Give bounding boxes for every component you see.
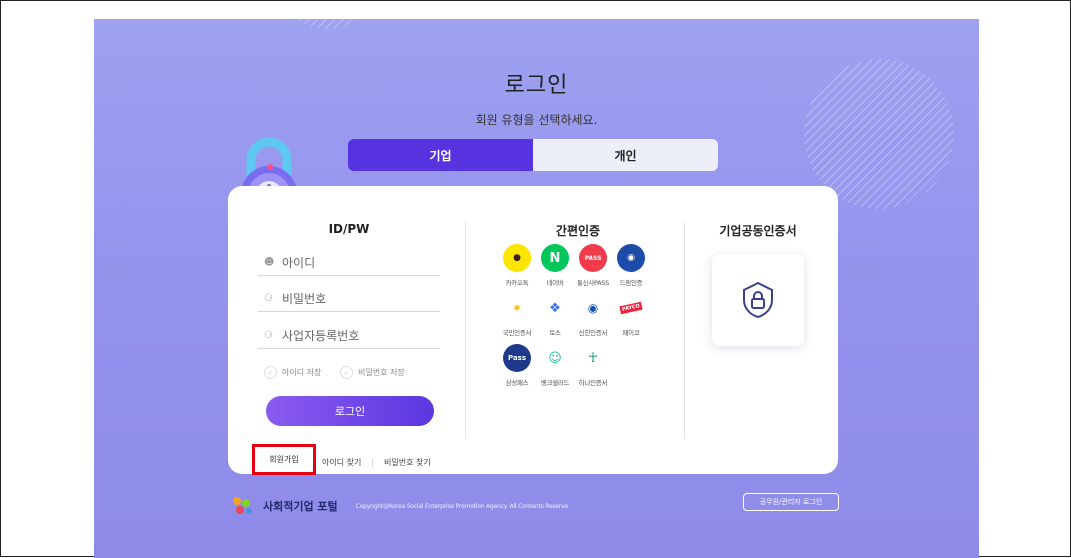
footer-logo: 사회적기업 포털 Copyright@Korea Social Enterpri… bbox=[229, 495, 568, 517]
shield-lock-icon bbox=[743, 281, 773, 319]
find-id-link[interactable]: 아이디 찾기 bbox=[322, 457, 361, 468]
password-placeholder: 비밀번호 bbox=[282, 292, 327, 306]
auth-label: 뱅크샐러드 bbox=[540, 379, 570, 387]
decor-stripes bbox=[284, 19, 374, 29]
lock-icon: ⚆ bbox=[264, 292, 273, 304]
auth-banksalad[interactable]: ☺ 뱅크샐러드 bbox=[534, 344, 576, 387]
business-number-input[interactable]: ⚆ 사업자등록번호 bbox=[258, 323, 440, 349]
auth-label: 통신사PASS bbox=[576, 279, 610, 287]
save-id-label: 아이디 저장 bbox=[282, 368, 322, 377]
find-links: 아이디 찾기 | 비밀번호 찾기 bbox=[322, 457, 431, 468]
naver-icon: N bbox=[541, 244, 569, 272]
auth-label: 카카오톡 bbox=[505, 279, 529, 287]
auth-label: 토스 bbox=[549, 329, 561, 337]
auth-kb[interactable]: ✶ 국민인증서 bbox=[496, 294, 538, 337]
business-number-placeholder: 사업자등록번호 bbox=[282, 329, 360, 343]
idpw-title: ID/PW bbox=[328, 222, 370, 236]
auth-samsung-pass[interactable]: Pass 삼성패스 bbox=[496, 344, 538, 387]
corp-cert-button[interactable] bbox=[712, 254, 804, 346]
auth-toss[interactable]: ❖ 토스 bbox=[534, 294, 576, 337]
save-password-label: 비밀번호 저장 bbox=[358, 368, 405, 377]
tab-corporate[interactable]: 기업 bbox=[348, 139, 533, 171]
auth-label: 삼성패스 bbox=[505, 379, 529, 387]
auth-label: 네이버 bbox=[546, 279, 564, 287]
signup-label: 회원가입 bbox=[269, 455, 299, 464]
id-placeholder: 아이디 bbox=[282, 256, 316, 270]
auth-pass[interactable]: PASS 통신사PASS bbox=[572, 244, 614, 287]
auth-label: 드림인증 bbox=[619, 279, 643, 287]
tab-individual[interactable]: 개인 bbox=[533, 139, 718, 171]
signup-button[interactable]: 회원가입 bbox=[252, 444, 316, 475]
corp-cert-title: 기업공동인증서 bbox=[719, 224, 797, 238]
member-type-tabs: 기업 개인 bbox=[348, 139, 718, 171]
auth-label: 페이코 bbox=[622, 329, 640, 337]
auth-label: 하나인증서 bbox=[578, 379, 608, 387]
auth-payco[interactable]: PAYCO 페이코 bbox=[610, 294, 652, 337]
auth-hana[interactable]: ☥ 하나인증서 bbox=[572, 344, 614, 387]
link-separator: | bbox=[371, 458, 375, 467]
payco-icon: PAYCO bbox=[617, 294, 645, 322]
find-password-link[interactable]: 비밀번호 찾기 bbox=[384, 457, 431, 468]
page-subtitle: 회원 유형을 선택하세요. bbox=[475, 113, 598, 127]
payco-mark: PAYCO bbox=[619, 301, 643, 315]
column-divider bbox=[684, 222, 685, 439]
page-title: 로그인 bbox=[504, 73, 569, 98]
auth-shinhan[interactable]: ◉ 신한인증서 bbox=[572, 294, 614, 337]
auth-kakao[interactable]: ● 카카오톡 bbox=[496, 244, 538, 287]
auth-label: 국민인증서 bbox=[502, 329, 532, 337]
pass-icon: PASS bbox=[579, 244, 607, 272]
admin-login-button[interactable]: 공무원/관리자 로그인 bbox=[743, 493, 839, 511]
hana-icon: ☥ bbox=[579, 344, 607, 372]
login-button[interactable]: 로그인 bbox=[266, 396, 434, 426]
auth-naver[interactable]: N 네이버 bbox=[534, 244, 576, 287]
footer-logo-text: 사회적기업 포털 bbox=[263, 500, 338, 513]
check-icon: ✓ bbox=[264, 366, 277, 379]
password-input[interactable]: ⚆ 비밀번호 bbox=[258, 286, 440, 312]
page-frame: 로그인 회원 유형을 선택하세요. 기업 개인 ID/PW ☻ 아이디 ⚆ 비밀… bbox=[0, 0, 1071, 558]
kb-icon: ✶ bbox=[503, 294, 531, 322]
auth-label: 신한인증서 bbox=[578, 329, 608, 337]
check-icon: ✓ bbox=[340, 366, 353, 379]
social-enterprise-logo-icon bbox=[233, 497, 252, 514]
id-input[interactable]: ☻ 아이디 bbox=[258, 250, 440, 276]
shinhan-icon: ◉ bbox=[579, 294, 607, 322]
simple-auth-title: 간편인증 bbox=[555, 224, 601, 238]
kakao-icon: ● bbox=[503, 244, 531, 272]
lock-icon: ⚆ bbox=[264, 329, 273, 341]
save-id-checkbox[interactable]: ✓ 아이디 저장 bbox=[264, 366, 321, 379]
login-card: ID/PW ☻ 아이디 ⚆ 비밀번호 ⚆ 사업자등록번호 ✓ 아이디 저장 ✓ … bbox=[228, 186, 838, 475]
column-divider bbox=[465, 222, 466, 439]
footer-copyright: Copyright@Korea Social Enterprise Promot… bbox=[355, 502, 569, 510]
auth-dream[interactable]: ◉ 드림인증 bbox=[610, 244, 652, 287]
login-background: 로그인 회원 유형을 선택하세요. 기업 개인 ID/PW ☻ 아이디 ⚆ 비밀… bbox=[94, 19, 979, 558]
user-icon: ☻ bbox=[264, 256, 275, 268]
toss-icon: ❖ bbox=[541, 294, 569, 322]
samsung-pass-icon: Pass bbox=[503, 344, 531, 372]
save-password-checkbox[interactable]: ✓ 비밀번호 저장 bbox=[340, 366, 405, 379]
banksalad-icon: ☺ bbox=[541, 344, 569, 372]
dream-icon: ◉ bbox=[617, 244, 645, 272]
